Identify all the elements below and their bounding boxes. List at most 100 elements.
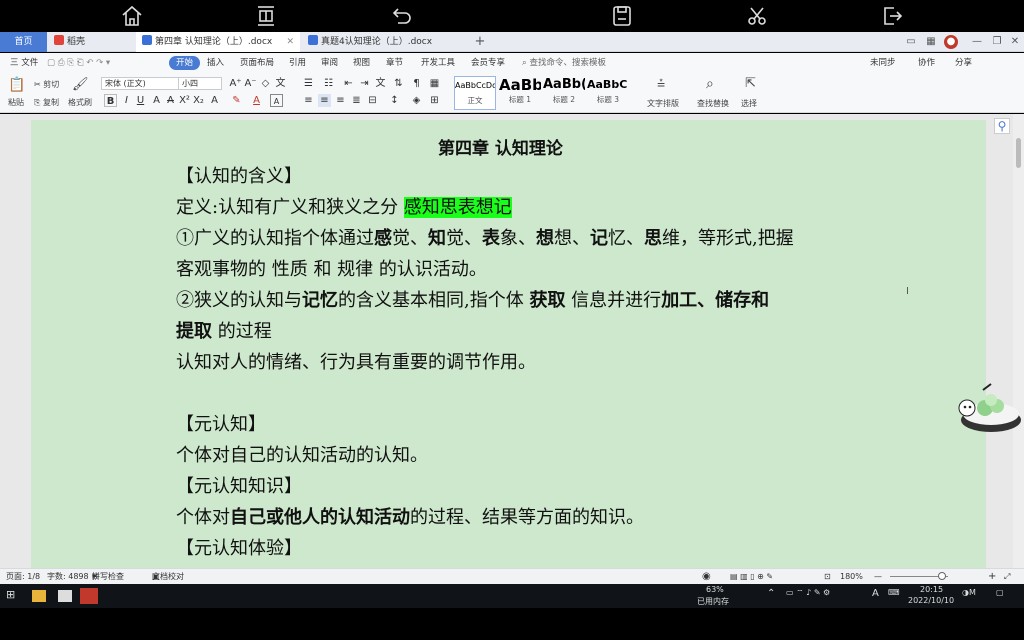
clock-time[interactable]: 20:15 <box>920 585 943 594</box>
app-tray-icon[interactable]: ◑M <box>962 588 976 597</box>
justify-icon[interactable]: ≣ <box>350 94 363 107</box>
spell-check[interactable]: ☒ 拼写检查 ▾ <box>92 569 124 584</box>
zoom-fit-icon[interactable]: ⊡ <box>824 569 831 584</box>
show-marks-icon[interactable]: ¶ <box>410 77 423 90</box>
line-spacing-icon[interactable]: ↕ <box>388 94 401 107</box>
zoom-slider-thumb[interactable] <box>938 572 946 580</box>
char-border-icon[interactable]: A <box>270 94 283 107</box>
minimize-icon[interactable]: — <box>970 35 984 49</box>
notifications-icon[interactable]: ▢ <box>996 588 1004 597</box>
increase-indent-icon[interactable]: ⇥ <box>358 77 371 90</box>
location-pin-icon[interactable]: ⚲ <box>994 118 1010 134</box>
align-center-icon[interactable]: ≡ <box>318 94 331 107</box>
shading-icon[interactable]: ◈ <box>410 94 423 107</box>
tray-expand-icon[interactable]: ⌃ <box>767 588 775 599</box>
cut-icon[interactable] <box>745 4 769 28</box>
command-search[interactable]: ⌕ 查找命令、搜索模板 <box>522 56 606 70</box>
clock-date[interactable]: 2022/10/10 <box>908 596 954 605</box>
bullet-list-icon[interactable]: ☰ <box>302 77 315 90</box>
format-painter-button[interactable]: 格式刷 <box>68 97 92 108</box>
highlight-color-icon[interactable]: ✎ <box>230 94 243 107</box>
new-tab-button[interactable]: + <box>472 32 488 52</box>
menu-review[interactable]: 审阅 <box>321 56 338 70</box>
quick-access-icons[interactable]: ▢ ⎙ ⎘ ⎗ ↶ ↷ ▾ <box>47 56 110 70</box>
select-button[interactable]: 选择 <box>741 98 757 109</box>
format-painter-icon[interactable]: 🖌 <box>72 77 89 92</box>
style-heading-3[interactable]: AaBbC 标题 3 <box>587 76 629 110</box>
vertical-scrollbar[interactable] <box>1013 114 1024 568</box>
tab-daoke[interactable]: 稻壳 <box>48 32 134 52</box>
close-tab-icon[interactable]: ✕ <box>286 32 294 52</box>
restore-icon[interactable]: ❐ <box>990 35 1004 49</box>
input-language[interactable]: A <box>872 588 879 599</box>
avatar[interactable]: ● <box>944 35 958 49</box>
tab-second-document[interactable]: 真题4认知理论（上）.docx <box>302 32 462 52</box>
tab-active-document[interactable]: 第四章 认知理论（上）.docx ✕ <box>136 32 300 52</box>
pinyin-icon[interactable]: 文 <box>274 77 287 90</box>
document-page[interactable]: 第四章 认知理论 【认知的含义】 定义:认知有广义和狭义之分 感知思表想记 ①广义的… <box>31 120 986 580</box>
eye-protection-icon[interactable]: ◉ <box>702 569 711 584</box>
find-replace-icon[interactable]: ⌕ <box>706 76 714 92</box>
sort-icon[interactable]: ⇅ <box>392 77 405 90</box>
font-color-icon[interactable]: A <box>250 94 263 107</box>
exit-icon[interactable] <box>880 4 904 28</box>
bold-button[interactable]: B <box>104 94 117 107</box>
text-layout-button[interactable]: 文字排版 <box>647 98 679 109</box>
menu-file[interactable]: 三 文件 <box>10 56 38 70</box>
decrease-indent-icon[interactable]: ⇤ <box>342 77 355 90</box>
shrink-font-icon[interactable]: A⁻ <box>244 77 257 90</box>
menu-references[interactable]: 引用 <box>289 56 306 70</box>
style-heading-1[interactable]: AaBb 标题 1 <box>499 76 541 110</box>
keyboard-icon[interactable]: ⌨ <box>888 588 900 597</box>
menu-chapter[interactable]: 章节 <box>386 56 403 70</box>
zoom-in-icon[interactable]: + <box>988 569 996 584</box>
word-count[interactable]: 字数: 4898 <box>47 569 89 584</box>
close-window-icon[interactable]: ✕ <box>1008 35 1022 49</box>
zoom-level[interactable]: 180% <box>840 569 863 584</box>
underline-button[interactable]: U <box>134 94 147 107</box>
collab-button[interactable]: 协作 <box>918 56 935 70</box>
windows-start-icon[interactable]: ⊞ <box>6 588 15 601</box>
table-border-icon[interactable]: ▦ <box>428 77 441 90</box>
page-indicator[interactable]: 页面: 1/8 <box>6 569 40 584</box>
layout-icon[interactable]: ▭ <box>904 35 918 49</box>
find-replace-button[interactable]: 查找替换 <box>697 98 729 109</box>
save-icon[interactable] <box>610 4 634 28</box>
menu-view[interactable]: 视图 <box>353 56 370 70</box>
menu-insert[interactable]: 插入 <box>207 56 224 70</box>
fullscreen-icon[interactable]: ⤢ <box>1004 569 1010 584</box>
file-explorer-icon[interactable] <box>32 590 46 602</box>
cut-button[interactable]: ✂ 剪切 <box>34 79 59 90</box>
apps-icon[interactable]: ▦ <box>924 35 938 49</box>
wps-icon[interactable] <box>80 588 98 604</box>
style-heading-2[interactable]: AaBb( 标题 2 <box>543 76 585 110</box>
menu-member[interactable]: 会员专享 <box>471 56 505 70</box>
style-normal[interactable]: AaBbCcDd 正文 <box>454 76 496 110</box>
font-size-select[interactable]: 小四 <box>178 77 222 90</box>
distributed-align-icon[interactable]: ⊟ <box>366 94 379 107</box>
notepad-icon[interactable] <box>58 590 72 602</box>
chinese-layout-icon[interactable]: 文 <box>374 77 387 90</box>
char-spacing-icon[interactable]: A <box>208 94 221 107</box>
strikethrough-button[interactable]: A <box>164 94 177 107</box>
borders-icon[interactable]: ⊞ <box>428 94 441 107</box>
scrollbar-thumb[interactable] <box>1016 138 1021 168</box>
tray-icons[interactable]: ▭ ⌔ ♪ ✎ ⚙ <box>786 588 830 598</box>
share-button[interactable]: 分享 <box>955 56 972 70</box>
zoom-out-icon[interactable]: — <box>874 569 882 584</box>
numbered-list-icon[interactable]: ☷ <box>322 77 335 90</box>
menu-page-layout[interactable]: 页面布局 <box>240 56 274 70</box>
subscript-button[interactable]: X₂ <box>192 94 205 107</box>
align-left-icon[interactable]: ≡ <box>302 94 315 107</box>
menu-home[interactable]: 开始 <box>169 56 201 70</box>
text-layout-icon[interactable]: ⩮ <box>657 76 665 92</box>
sync-status[interactable]: 未同步 <box>870 56 896 70</box>
toolbar-toggle-icon[interactable] <box>254 4 278 28</box>
italic-button[interactable]: I <box>120 94 133 107</box>
menu-developer[interactable]: 开发工具 <box>421 56 455 70</box>
undo-icon[interactable] <box>390 4 414 28</box>
superscript-button[interactable]: X² <box>178 94 191 107</box>
clear-format-icon[interactable]: ◇ <box>259 77 272 90</box>
grow-font-icon[interactable]: A⁺ <box>229 77 242 90</box>
paste-icon[interactable]: 📋 <box>8 77 25 93</box>
